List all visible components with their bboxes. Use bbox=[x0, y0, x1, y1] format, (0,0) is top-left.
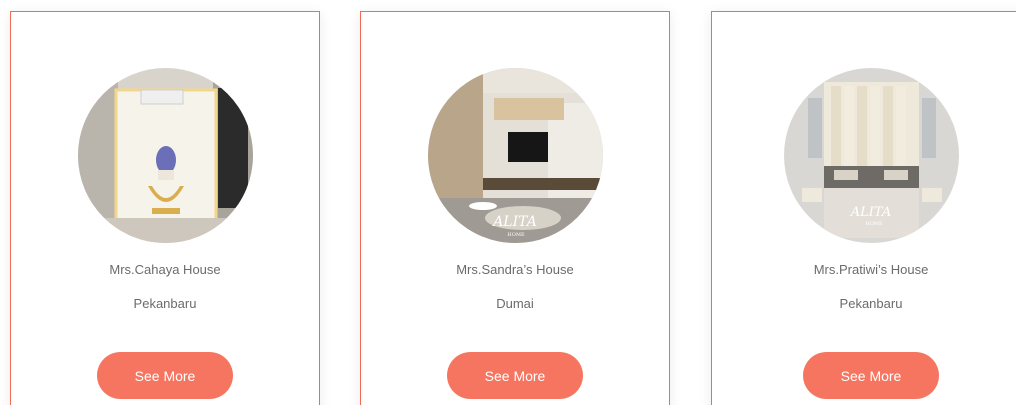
project-city: Dumai bbox=[496, 296, 534, 311]
project-card: Mrs.Cahaya House Pekanbaru See More bbox=[10, 11, 320, 405]
see-more-button[interactable]: See More bbox=[803, 352, 939, 399]
project-card: ALITA HOME Mrs.Pratiwi’s House Pekanbaru… bbox=[711, 11, 1016, 405]
project-photo-living-room: ALITA HOME bbox=[427, 68, 603, 243]
project-photo-foyer bbox=[77, 68, 253, 243]
svg-text:ALITA: ALITA bbox=[491, 214, 537, 230]
project-name: Mrs.Sandra’s House bbox=[456, 262, 574, 277]
project-city: Pekanbaru bbox=[133, 296, 197, 311]
svg-text:HOME: HOME bbox=[865, 221, 883, 227]
svg-text:HOME: HOME bbox=[507, 232, 525, 238]
project-photo-bedroom: ALITA HOME bbox=[783, 68, 959, 243]
project-city: Pekanbaru bbox=[839, 296, 903, 311]
project-card: ALITA HOME Mrs.Sandra’s House Dumai See … bbox=[360, 11, 670, 405]
see-more-button[interactable]: See More bbox=[447, 352, 583, 399]
project-name: Mrs.Cahaya House bbox=[109, 262, 221, 277]
project-name: Mrs.Pratiwi’s House bbox=[813, 262, 929, 277]
project-gallery: Mrs.Cahaya House Pekanbaru See More ALIT… bbox=[0, 0, 1016, 405]
see-more-button[interactable]: See More bbox=[97, 352, 233, 399]
svg-text:ALITA: ALITA bbox=[849, 205, 891, 220]
